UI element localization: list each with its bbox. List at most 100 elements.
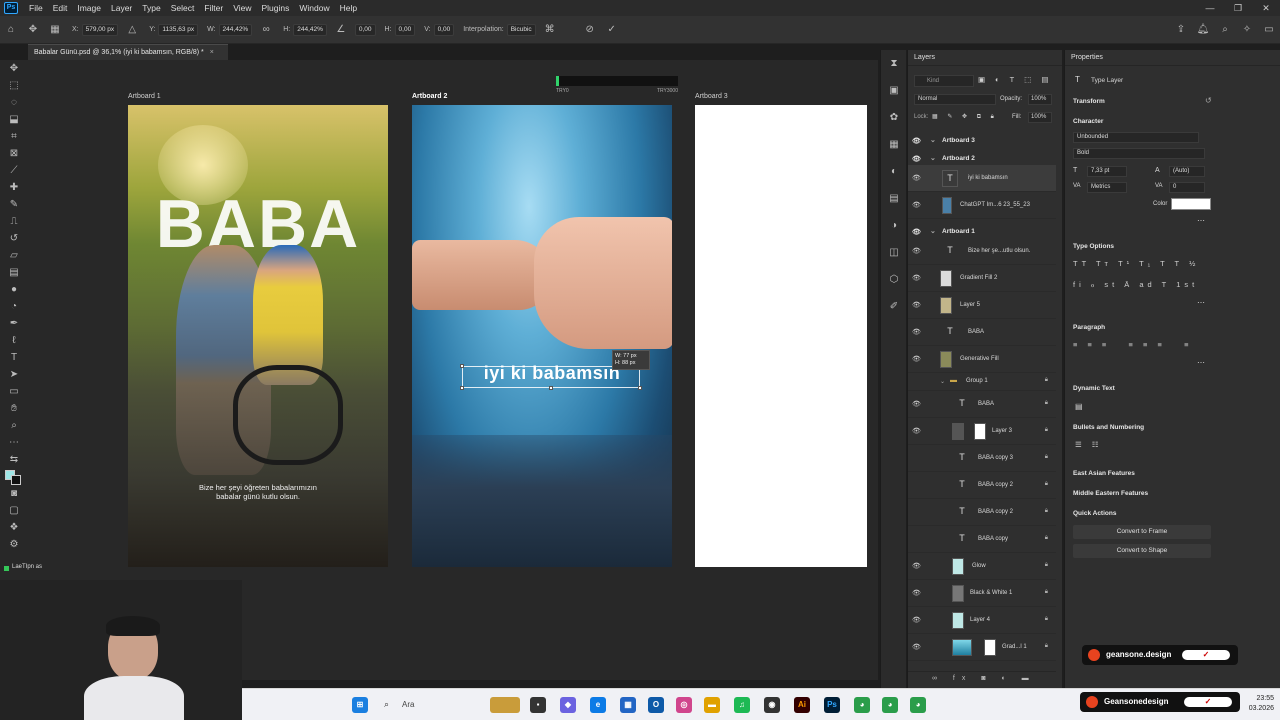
document-tab[interactable]: Babalar Günü.psd @ 36,1% (iyi ki babamsı…	[28, 44, 228, 60]
share-icon[interactable]: ⇪	[1174, 23, 1188, 37]
opacity-field[interactable]: 100%	[1028, 94, 1052, 105]
menu-view[interactable]: View	[228, 0, 256, 16]
layer-row-black-white-1[interactable]: 👁︎ Black & White 1 🔒︎	[908, 580, 1056, 607]
adjustments-icon[interactable]: ◐	[881, 158, 907, 185]
chevron-down-icon[interactable]: ⌄	[930, 227, 936, 235]
app-icon[interactable]: ◎	[676, 697, 692, 713]
artboard-3[interactable]	[695, 105, 867, 567]
visibility-eye-icon[interactable]: 👁︎	[912, 427, 922, 435]
visibility-eye-icon[interactable]: 👁︎	[912, 562, 922, 570]
menu-help[interactable]: Help	[335, 0, 362, 16]
photoshop-icon[interactable]: Ps	[824, 697, 840, 713]
menu-edit[interactable]: Edit	[48, 0, 73, 16]
chrome-icon[interactable]: ◕	[854, 697, 870, 713]
more-tools-icon[interactable]: ⋯	[0, 434, 28, 451]
font-family-select[interactable]: Unbounded	[1073, 132, 1199, 143]
vskew-field[interactable]: 0,00	[433, 23, 455, 36]
font-style-select[interactable]: Bold	[1073, 148, 1205, 159]
artboard-2[interactable]: iyi ki babamsın W: 77 px H: 88 px	[412, 105, 672, 567]
history-icon[interactable]: ⧗	[881, 50, 907, 77]
menu-plugins[interactable]: Plugins	[256, 0, 294, 16]
menu-filter[interactable]: Filter	[199, 0, 228, 16]
layer-row-iyi-ki-babamsin[interactable]: 👁︎ Tiyi ki babamsın	[908, 165, 1056, 192]
eyedropper-icon[interactable]: ⟋	[0, 162, 28, 179]
rectangle-icon[interactable]: ▭	[0, 383, 28, 400]
type-style-icons[interactable]: TT Tт T¹ T₁ T T ½	[1073, 259, 1199, 268]
font-size-field[interactable]: 7,33 pt	[1087, 166, 1127, 177]
cancel-transform-icon[interactable]: ⊘	[583, 23, 597, 37]
visibility-eye-icon[interactable]: 👁︎	[912, 355, 922, 363]
workspace-icon[interactable]: ▭	[1262, 23, 1276, 37]
transform-handle[interactable]	[549, 386, 553, 390]
pen-icon[interactable]: ✒	[0, 315, 28, 332]
align-icons[interactable]: ≡ ≡ ≡ ≡ ≡ ≡ ≡	[1073, 340, 1192, 349]
layer-row-gradient-1[interactable]: 👁︎ Grad...l 1 🔒︎	[908, 634, 1056, 661]
visibility-eye-icon[interactable]: 👁︎	[912, 643, 922, 651]
reference-point-icon[interactable]: ▦	[48, 23, 62, 37]
gradient-icon[interactable]: ▤	[0, 264, 28, 281]
visibility-eye-icon[interactable]: 👁︎	[912, 228, 921, 236]
layer-row-generative-fill[interactable]: 👁︎ Generative Fill	[908, 346, 1056, 373]
more-options-icon[interactable]: ⋯	[1197, 298, 1205, 307]
width-field[interactable]: 244,42%	[218, 23, 253, 36]
brushes-icon[interactable]: ✐	[881, 293, 907, 320]
edit-toolbar-icon[interactable]: ⚙	[0, 536, 28, 553]
visibility-eye-icon[interactable]: 👁︎	[912, 301, 922, 309]
copilot-icon[interactable]: ◆	[560, 697, 576, 713]
visibility-eye-icon[interactable]: 👁︎	[912, 400, 922, 408]
learn-icon[interactable]: ✿	[881, 104, 907, 131]
character-section[interactable]: Character	[1073, 118, 1103, 125]
transform-handle[interactable]	[460, 364, 464, 368]
clone-stamp-icon[interactable]: ⎍	[0, 213, 28, 230]
warp-icon[interactable]: ⌘	[543, 23, 557, 37]
menu-layer[interactable]: Layer	[106, 0, 137, 16]
dynamic-text-icon[interactable]: ▤	[1075, 402, 1083, 411]
pen-curve-icon[interactable]: ℓ	[0, 332, 28, 349]
lasso-icon[interactable]: ◌	[0, 94, 28, 111]
convert-to-frame-button[interactable]: Convert to Frame	[1073, 525, 1211, 539]
hand-icon[interactable]: ✋︎	[0, 400, 28, 417]
type-options-section[interactable]: Type Options	[1073, 243, 1114, 250]
x-field[interactable]: 579,00 px	[81, 23, 119, 36]
east-asian-section[interactable]: East Asian Features	[1073, 470, 1135, 477]
paths-icon[interactable]: ⬡	[881, 266, 907, 293]
marquee-icon[interactable]: ⬚	[0, 77, 28, 94]
artboard-2-label[interactable]: Artboard 2	[412, 93, 447, 100]
chevron-down-icon[interactable]: ⌄	[940, 378, 945, 385]
layer-row-group-1[interactable]: ⌄ ▬ Group 1 🔒︎	[908, 373, 1056, 391]
quick-mask-icon[interactable]: ◙	[0, 485, 28, 502]
discover-icon[interactable]: ✧	[1240, 23, 1254, 37]
blend-mode-select[interactable]: Normal	[914, 94, 996, 105]
spotify-icon[interactable]: ♫	[734, 697, 750, 713]
chrome-icon[interactable]: ◕	[882, 697, 898, 713]
y-field[interactable]: 1135,63 px	[158, 23, 199, 36]
search-icon[interactable]: ⌕	[384, 699, 389, 710]
layers-footer-icons[interactable]: ∞ fx ◙ ◐ ▬ ▢ ⌫	[908, 671, 1056, 696]
reset-icon[interactable]: ↺	[1205, 96, 1212, 105]
layer-row-baba-copy-3[interactable]: T BABA copy 3 🔒︎	[908, 445, 1056, 472]
visibility-eye-icon[interactable]: 👁︎	[912, 589, 922, 597]
comments-icon[interactable]: ▣	[881, 77, 907, 104]
angle-field[interactable]: 0,00	[354, 23, 376, 36]
layer-group-artboard-3[interactable]: 👁︎ ⌄ Artboard 3	[908, 132, 1056, 150]
move-icon[interactable]: ✥	[0, 60, 28, 77]
text-color-swatch[interactable]	[1171, 198, 1211, 210]
zoom-icon[interactable]: ⌕	[0, 417, 28, 434]
davinci-icon[interactable]: ◉	[764, 697, 780, 713]
menu-window[interactable]: Window	[294, 0, 334, 16]
healing-icon[interactable]: ✚	[0, 179, 28, 196]
more-options-icon[interactable]: ⋯	[1197, 358, 1205, 367]
layer-row-layer-4[interactable]: 👁︎ Layer 4 🔒︎	[908, 607, 1056, 634]
bullets-section[interactable]: Bullets and Numbering	[1073, 424, 1144, 431]
tracking-field[interactable]: 0	[1169, 182, 1205, 193]
list-icons[interactable]: ☰ ☷	[1075, 440, 1103, 449]
paragraph-section[interactable]: Paragraph	[1073, 324, 1105, 331]
crop-icon[interactable]: ⌗	[0, 128, 28, 145]
brush-icon[interactable]: ✎	[0, 196, 28, 213]
layer-row-baba-copy-2[interactable]: T BABA copy 2 🔒︎	[908, 472, 1056, 499]
menu-type[interactable]: Type	[137, 0, 165, 16]
close-icon[interactable]: ✕	[1252, 0, 1280, 16]
visibility-eye-icon[interactable]: 👁︎	[912, 247, 922, 255]
windows-start-icon[interactable]: ⊞	[352, 697, 368, 713]
path-select-icon[interactable]: ➤	[0, 366, 28, 383]
